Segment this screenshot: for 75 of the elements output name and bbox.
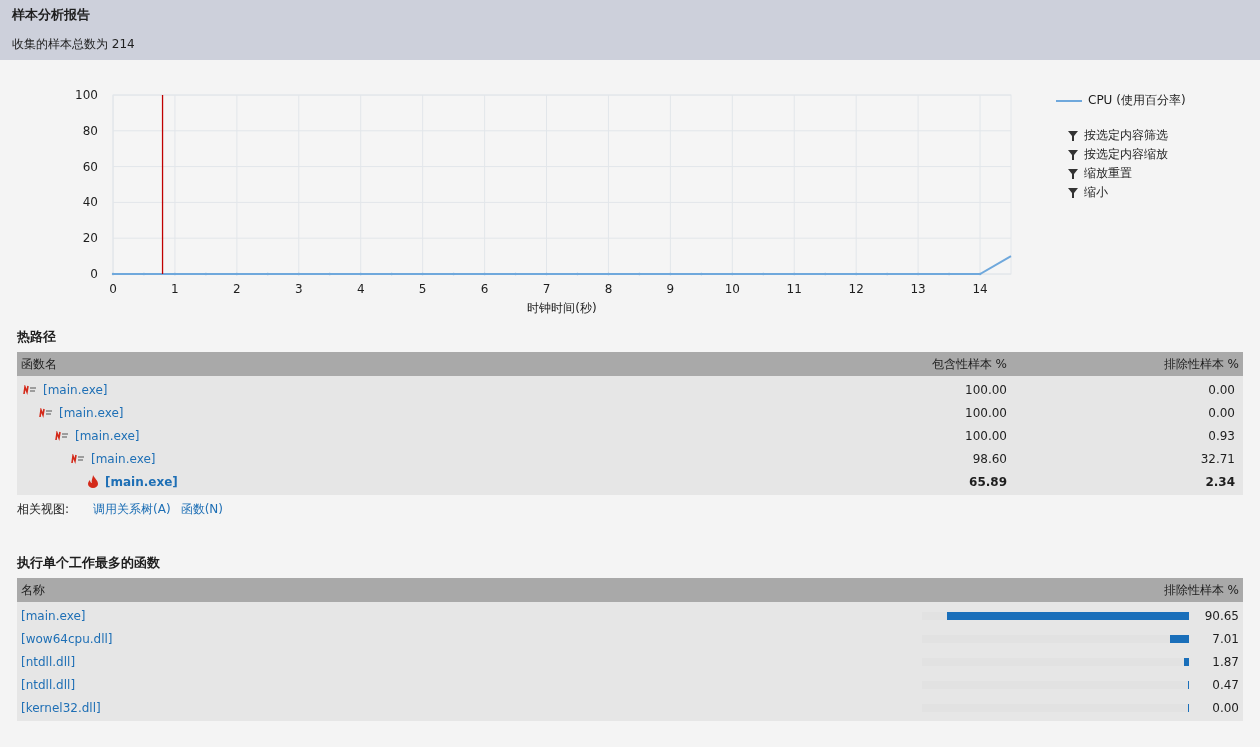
related-views-label: 相关视图: (17, 501, 70, 518)
hot-path-icon (71, 453, 85, 464)
filter-icon (1068, 168, 1078, 179)
column-header[interactable]: 名称 (21, 581, 45, 599)
x-tick-label: 6 (480, 282, 489, 296)
table-cell: 100.00 (965, 405, 1007, 420)
x-axis-title: 时钟时间(秒) (527, 300, 597, 317)
column-header[interactable]: 函数名 (21, 355, 57, 373)
x-tick-label: 8 (604, 282, 613, 296)
y-tick-label: 80 (82, 123, 98, 138)
related-view-link[interactable]: 函数(N) (180, 501, 223, 518)
y-tick-label: 0 (90, 267, 98, 281)
hot-path-icon (23, 384, 37, 395)
table-cell: 1.87 (1212, 654, 1239, 669)
x-tick-label: 12 (848, 282, 864, 296)
table-cell: 0.00 (1212, 700, 1239, 715)
function-link[interactable]: [ntdll.dll] (21, 654, 76, 669)
function-link[interactable]: [main.exe] (91, 451, 156, 466)
x-tick-label: 2 (233, 282, 241, 296)
x-tick-label: 10 (724, 282, 740, 296)
legend-label: CPU (使用百分率) (1088, 92, 1186, 109)
function-link[interactable]: [main.exe] (59, 405, 124, 420)
function-link[interactable]: [main.exe] (43, 382, 108, 397)
column-header[interactable]: 排除性样本 % (1163, 355, 1239, 373)
y-tick-label: 60 (82, 159, 98, 174)
x-tick-label: 1 (171, 282, 179, 296)
time-marker-line[interactable] (161, 94, 164, 275)
section-title: 执行单个工作最多的函数 (17, 554, 160, 572)
table-cell: 0.00 (1208, 405, 1235, 420)
flame-icon (87, 475, 99, 488)
table-cell: 90.65 (1204, 608, 1239, 623)
table-cell: 0.00 (1208, 382, 1235, 397)
function-link[interactable]: [wow64cpu.dll] (21, 631, 113, 646)
x-tick-label: 0 (109, 282, 117, 296)
table-cell: 65.89 (969, 474, 1007, 489)
filter-icon (1068, 149, 1078, 160)
table-cell: 2.34 (1205, 474, 1235, 489)
filter-icon (1068, 130, 1078, 141)
hot-path-icon (39, 407, 53, 418)
filter-command[interactable]: 缩小 (1056, 184, 1186, 201)
table-cell: 100.00 (965, 382, 1007, 397)
y-tick-label: 40 (82, 195, 98, 210)
filter-command[interactable]: 缩放重置 (1056, 165, 1186, 182)
report-title: 样本分析报告 (12, 6, 91, 24)
x-tick-label: 13 (910, 282, 926, 296)
section-title: 热路径 (17, 328, 56, 346)
function-link[interactable]: [main.exe] (75, 428, 140, 443)
filter-command[interactable]: 按选定内容筛选 (1056, 127, 1186, 144)
legend-line-icon (1056, 99, 1082, 102)
y-tick-label: 100 (75, 88, 98, 102)
function-link[interactable]: [main.exe] (21, 608, 86, 623)
column-header[interactable]: 包含性样本 % (931, 355, 1007, 373)
function-link[interactable]: [main.exe] (105, 474, 178, 489)
table-cell: 32.71 (1200, 451, 1235, 466)
x-tick-label: 7 (542, 282, 551, 296)
x-tick-label: 11 (786, 282, 802, 296)
table-cell: 0.47 (1212, 677, 1239, 692)
y-tick-label: 20 (82, 231, 98, 246)
function-link[interactable]: [kernel32.dll] (21, 700, 101, 715)
x-tick-label: 3 (294, 282, 303, 296)
table-cell: 0.93 (1208, 428, 1235, 443)
x-tick-label: 5 (418, 282, 427, 296)
filter-command[interactable]: 按选定内容缩放 (1056, 146, 1186, 163)
sample-count: 收集的样本总数为 214 (12, 36, 136, 53)
hot-path-icon (55, 430, 69, 441)
table-cell: 100.00 (965, 428, 1007, 443)
x-tick-label: 14 (972, 282, 988, 296)
function-link[interactable]: [ntdll.dll] (21, 677, 76, 692)
x-tick-label: 9 (666, 282, 675, 296)
table-cell: 98.60 (972, 451, 1007, 466)
x-tick-label: 4 (356, 282, 365, 296)
filter-icon (1068, 187, 1078, 198)
column-header[interactable]: 排除性样本 % (1163, 581, 1239, 599)
related-view-link[interactable]: 调用关系树(A) (93, 501, 171, 518)
table-cell: 7.01 (1212, 631, 1239, 646)
